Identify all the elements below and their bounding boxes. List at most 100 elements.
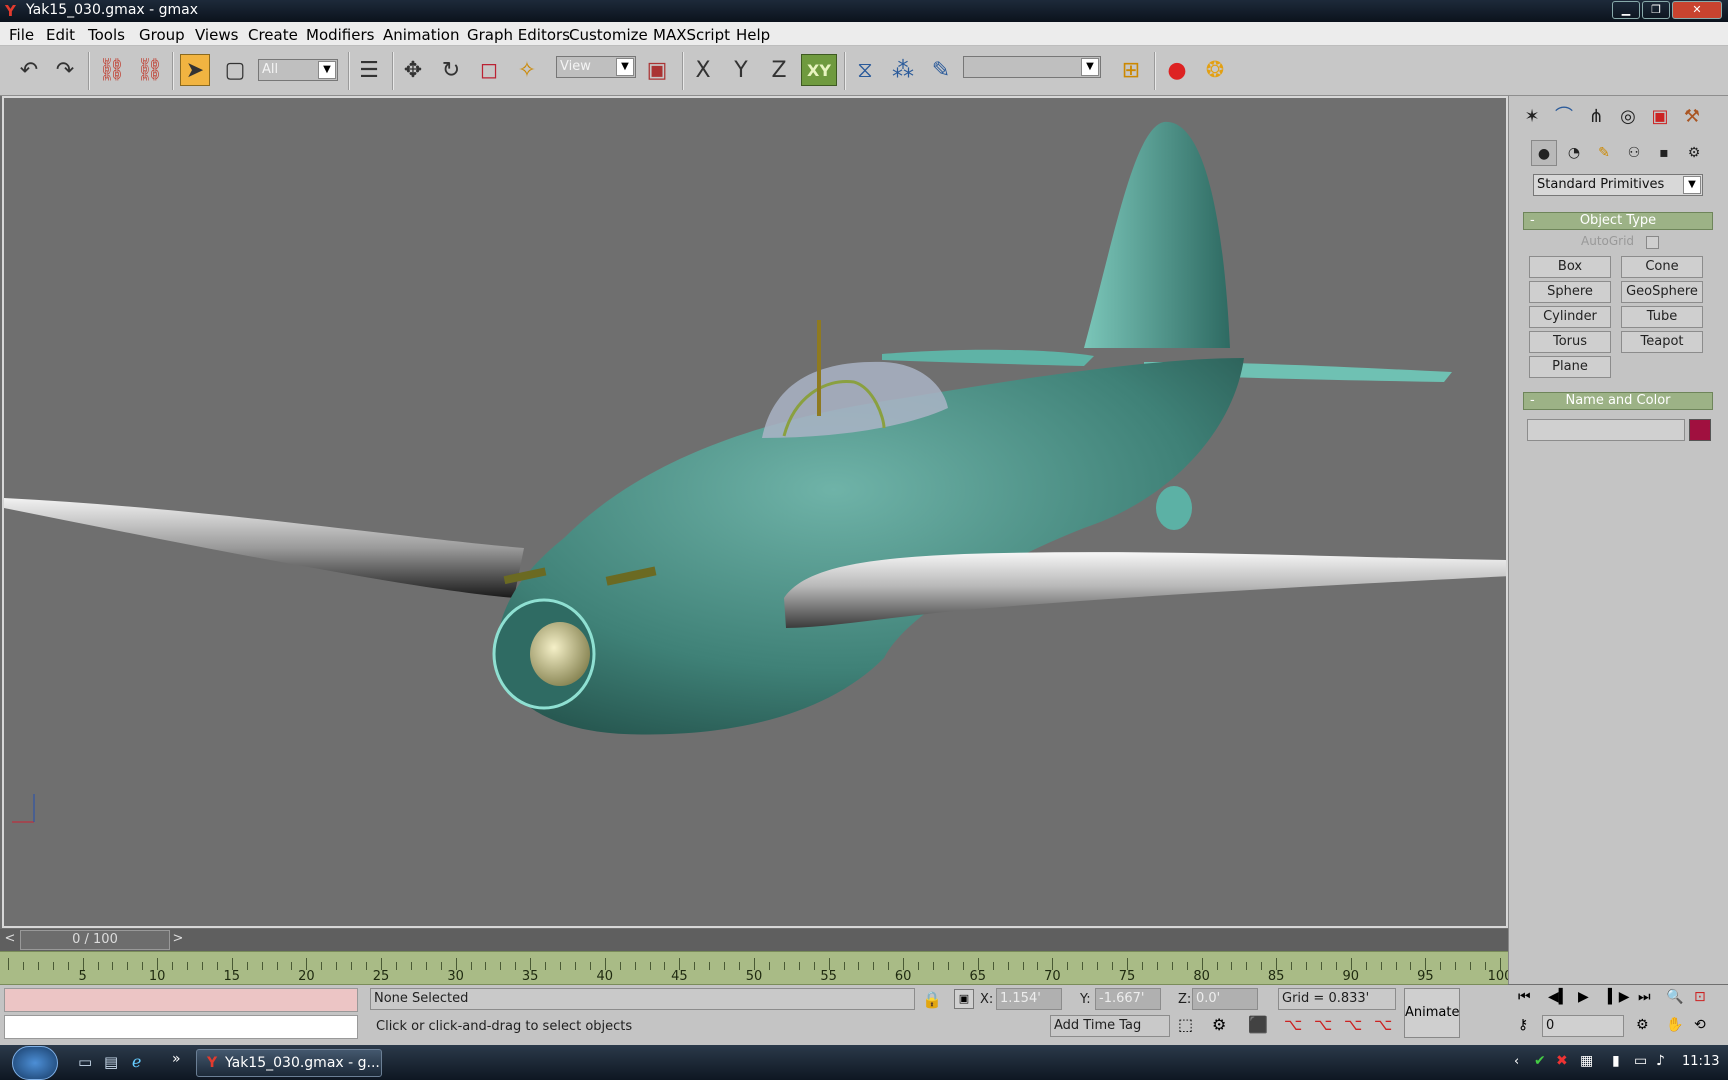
key-mode-toggle-icon[interactable]: ⚷ [1518, 1017, 1528, 1033]
track-view-icon[interactable]: ⊞ [1116, 54, 1146, 86]
tray-volume-icon[interactable]: ♪ [1656, 1053, 1665, 1069]
render-scene-icon[interactable]: ● [1162, 54, 1192, 86]
taskbar-gmax-button[interactable]: Y Yak15_030.gmax - g... [196, 1049, 382, 1077]
restrict-y-button[interactable]: Y [726, 54, 756, 86]
perspective-viewport[interactable] [2, 96, 1508, 928]
helpers-icon[interactable]: ▪ [1651, 140, 1677, 166]
key-filter-icon[interactable]: ⌥ [1344, 1015, 1366, 1037]
object-name-field[interactable] [1527, 419, 1685, 441]
frame-display[interactable]: 0 / 100 [20, 930, 170, 950]
x-coordinate-field[interactable]: 1.154' [996, 988, 1062, 1010]
tray-display-icon[interactable]: ▭ [1634, 1053, 1647, 1069]
go-to-start-icon[interactable]: ⏮ [1518, 989, 1531, 1005]
plane-button[interactable]: Plane [1529, 356, 1611, 378]
mirror-icon[interactable]: ⧖ [850, 54, 880, 86]
y-coordinate-field[interactable]: -1.667' [1095, 988, 1161, 1010]
time-configuration-icon[interactable]: ⚙ [1636, 1017, 1649, 1033]
reference-coord-dropdown[interactable]: View ▼ [556, 56, 636, 78]
restrict-x-button[interactable]: X [688, 54, 718, 86]
zoom-icon[interactable]: 🔍 [1666, 989, 1683, 1005]
key-tangent-icon[interactable]: ⌥ [1374, 1015, 1396, 1037]
selection-filter-dropdown[interactable]: All ▼ [258, 59, 338, 81]
name-and-color-rollout-header[interactable]: - Name and Color [1523, 392, 1713, 410]
spline-key-icon[interactable]: ⌥ [1284, 1015, 1306, 1037]
minimize-button[interactable]: ▁ [1612, 1, 1640, 19]
space-warps-icon[interactable]: ⚙ [1681, 140, 1707, 166]
menu-edit[interactable]: Edit [46, 26, 75, 44]
select-object-icon[interactable]: ➤ [180, 54, 210, 86]
current-frame-field[interactable]: 0 [1542, 1015, 1624, 1037]
next-frame-icon[interactable]: ▍▶ [1608, 989, 1630, 1005]
menu-graph-editors[interactable]: Graph Editors [467, 26, 570, 44]
object-color-swatch[interactable] [1689, 419, 1711, 441]
animate-button[interactable]: Animate [1404, 988, 1460, 1038]
autogrid-checkbox[interactable] [1646, 236, 1659, 249]
maxscript-listener-mini[interactable] [4, 988, 358, 1012]
auto-key-icon[interactable]: ⌥ [1314, 1015, 1336, 1037]
menu-views[interactable]: Views [195, 26, 238, 44]
key-mode-icon[interactable]: ⬚ [1178, 1015, 1200, 1037]
show-desktop-icon[interactable]: ▭ [78, 1053, 92, 1071]
menu-create[interactable]: Create [248, 26, 298, 44]
rectangular-selection-icon[interactable]: ▢ [220, 54, 250, 86]
tray-battery-icon[interactable]: ▮ [1612, 1053, 1620, 1069]
set-key-icon[interactable]: ⬛ [1248, 1015, 1270, 1037]
object-category-dropdown[interactable]: Standard Primitives ▼ [1533, 174, 1703, 196]
go-to-end-icon[interactable]: ⏭ [1638, 989, 1651, 1005]
motion-tab-icon[interactable]: ◎ [1615, 104, 1641, 130]
create-tab-icon[interactable]: ✶ [1519, 104, 1545, 130]
geometry-icon[interactable]: ● [1531, 140, 1557, 166]
cylinder-button[interactable]: Cylinder [1529, 306, 1611, 328]
track-bar[interactable]: 5 10 15 20 25 30 35 40 45 50 55 60 65 70 75 80 85 90 95 100 [0, 951, 1508, 985]
cone-button[interactable]: Cone [1621, 256, 1703, 278]
play-icon[interactable]: ▶ [1578, 989, 1589, 1005]
align-icon[interactable]: ✎ [926, 54, 956, 86]
pivot-center-icon[interactable]: ▣ [642, 54, 672, 86]
restrict-z-button[interactable]: Z [764, 54, 794, 86]
menu-file[interactable]: File [9, 26, 34, 44]
lights-icon[interactable]: ✎ [1591, 140, 1617, 166]
select-by-name-icon[interactable]: ☰ [354, 54, 384, 86]
menu-maxscript[interactable]: MAXScript [653, 26, 730, 44]
tube-button[interactable]: Tube [1621, 306, 1703, 328]
object-type-rollout-header[interactable]: - Object Type [1523, 212, 1713, 230]
zoom-all-icon[interactable]: ⊡ [1694, 989, 1706, 1005]
select-and-scale-icon[interactable]: ◻ [474, 54, 504, 86]
add-time-tag-button[interactable]: Add Time Tag [1050, 1015, 1170, 1037]
cameras-icon[interactable]: ⚇ [1621, 140, 1647, 166]
select-and-move-icon[interactable]: ✥ [398, 54, 428, 86]
maxscript-input-mini[interactable] [4, 1015, 358, 1039]
menu-customize[interactable]: Customize [569, 26, 648, 44]
undo-icon[interactable]: ↶ [14, 54, 44, 86]
z-coordinate-field[interactable]: 0.0' [1192, 988, 1258, 1010]
menu-help[interactable]: Help [736, 26, 770, 44]
tray-network-icon[interactable]: ✖ [1556, 1053, 1568, 1069]
teapot-button[interactable]: Teapot [1621, 331, 1703, 353]
modify-tab-icon[interactable]: ⌒ [1551, 104, 1577, 130]
maximize-button[interactable]: ❐ [1642, 1, 1670, 19]
time-slider-prev[interactable]: < [2, 931, 18, 949]
menu-animation[interactable]: Animation [383, 26, 459, 44]
start-button[interactable] [12, 1046, 58, 1080]
internet-explorer-icon[interactable]: ℯ [132, 1052, 141, 1071]
tray-expand-icon[interactable]: ‹ [1514, 1054, 1519, 1069]
quicklaunch-more[interactable]: » [172, 1051, 181, 1067]
restrict-xy-button[interactable]: XY [801, 54, 837, 86]
named-selection-dropdown[interactable]: ▼ [963, 56, 1101, 78]
time-slider-next[interactable]: > [170, 931, 186, 949]
unlink-selection-icon[interactable]: ⛓ [135, 54, 165, 86]
torus-button[interactable]: Torus [1529, 331, 1611, 353]
array-icon[interactable]: ⁂ [888, 54, 918, 86]
sphere-button[interactable]: Sphere [1529, 281, 1611, 303]
select-and-rotate-icon[interactable]: ↻ [436, 54, 466, 86]
menu-group[interactable]: Group [139, 26, 185, 44]
box-button[interactable]: Box [1529, 256, 1611, 278]
shapes-icon[interactable]: ◔ [1561, 140, 1587, 166]
utilities-tab-icon[interactable]: ⚒ [1679, 104, 1705, 130]
redo-icon[interactable]: ↷ [50, 54, 80, 86]
geosphere-button[interactable]: GeoSphere [1621, 281, 1703, 303]
lock-selection-icon[interactable]: 🔒 [922, 990, 942, 1009]
tray-security-icon[interactable]: ✔ [1534, 1053, 1546, 1069]
tray-printer-icon[interactable]: ▦ [1580, 1053, 1593, 1069]
display-tab-icon[interactable]: ▣ [1647, 104, 1673, 130]
